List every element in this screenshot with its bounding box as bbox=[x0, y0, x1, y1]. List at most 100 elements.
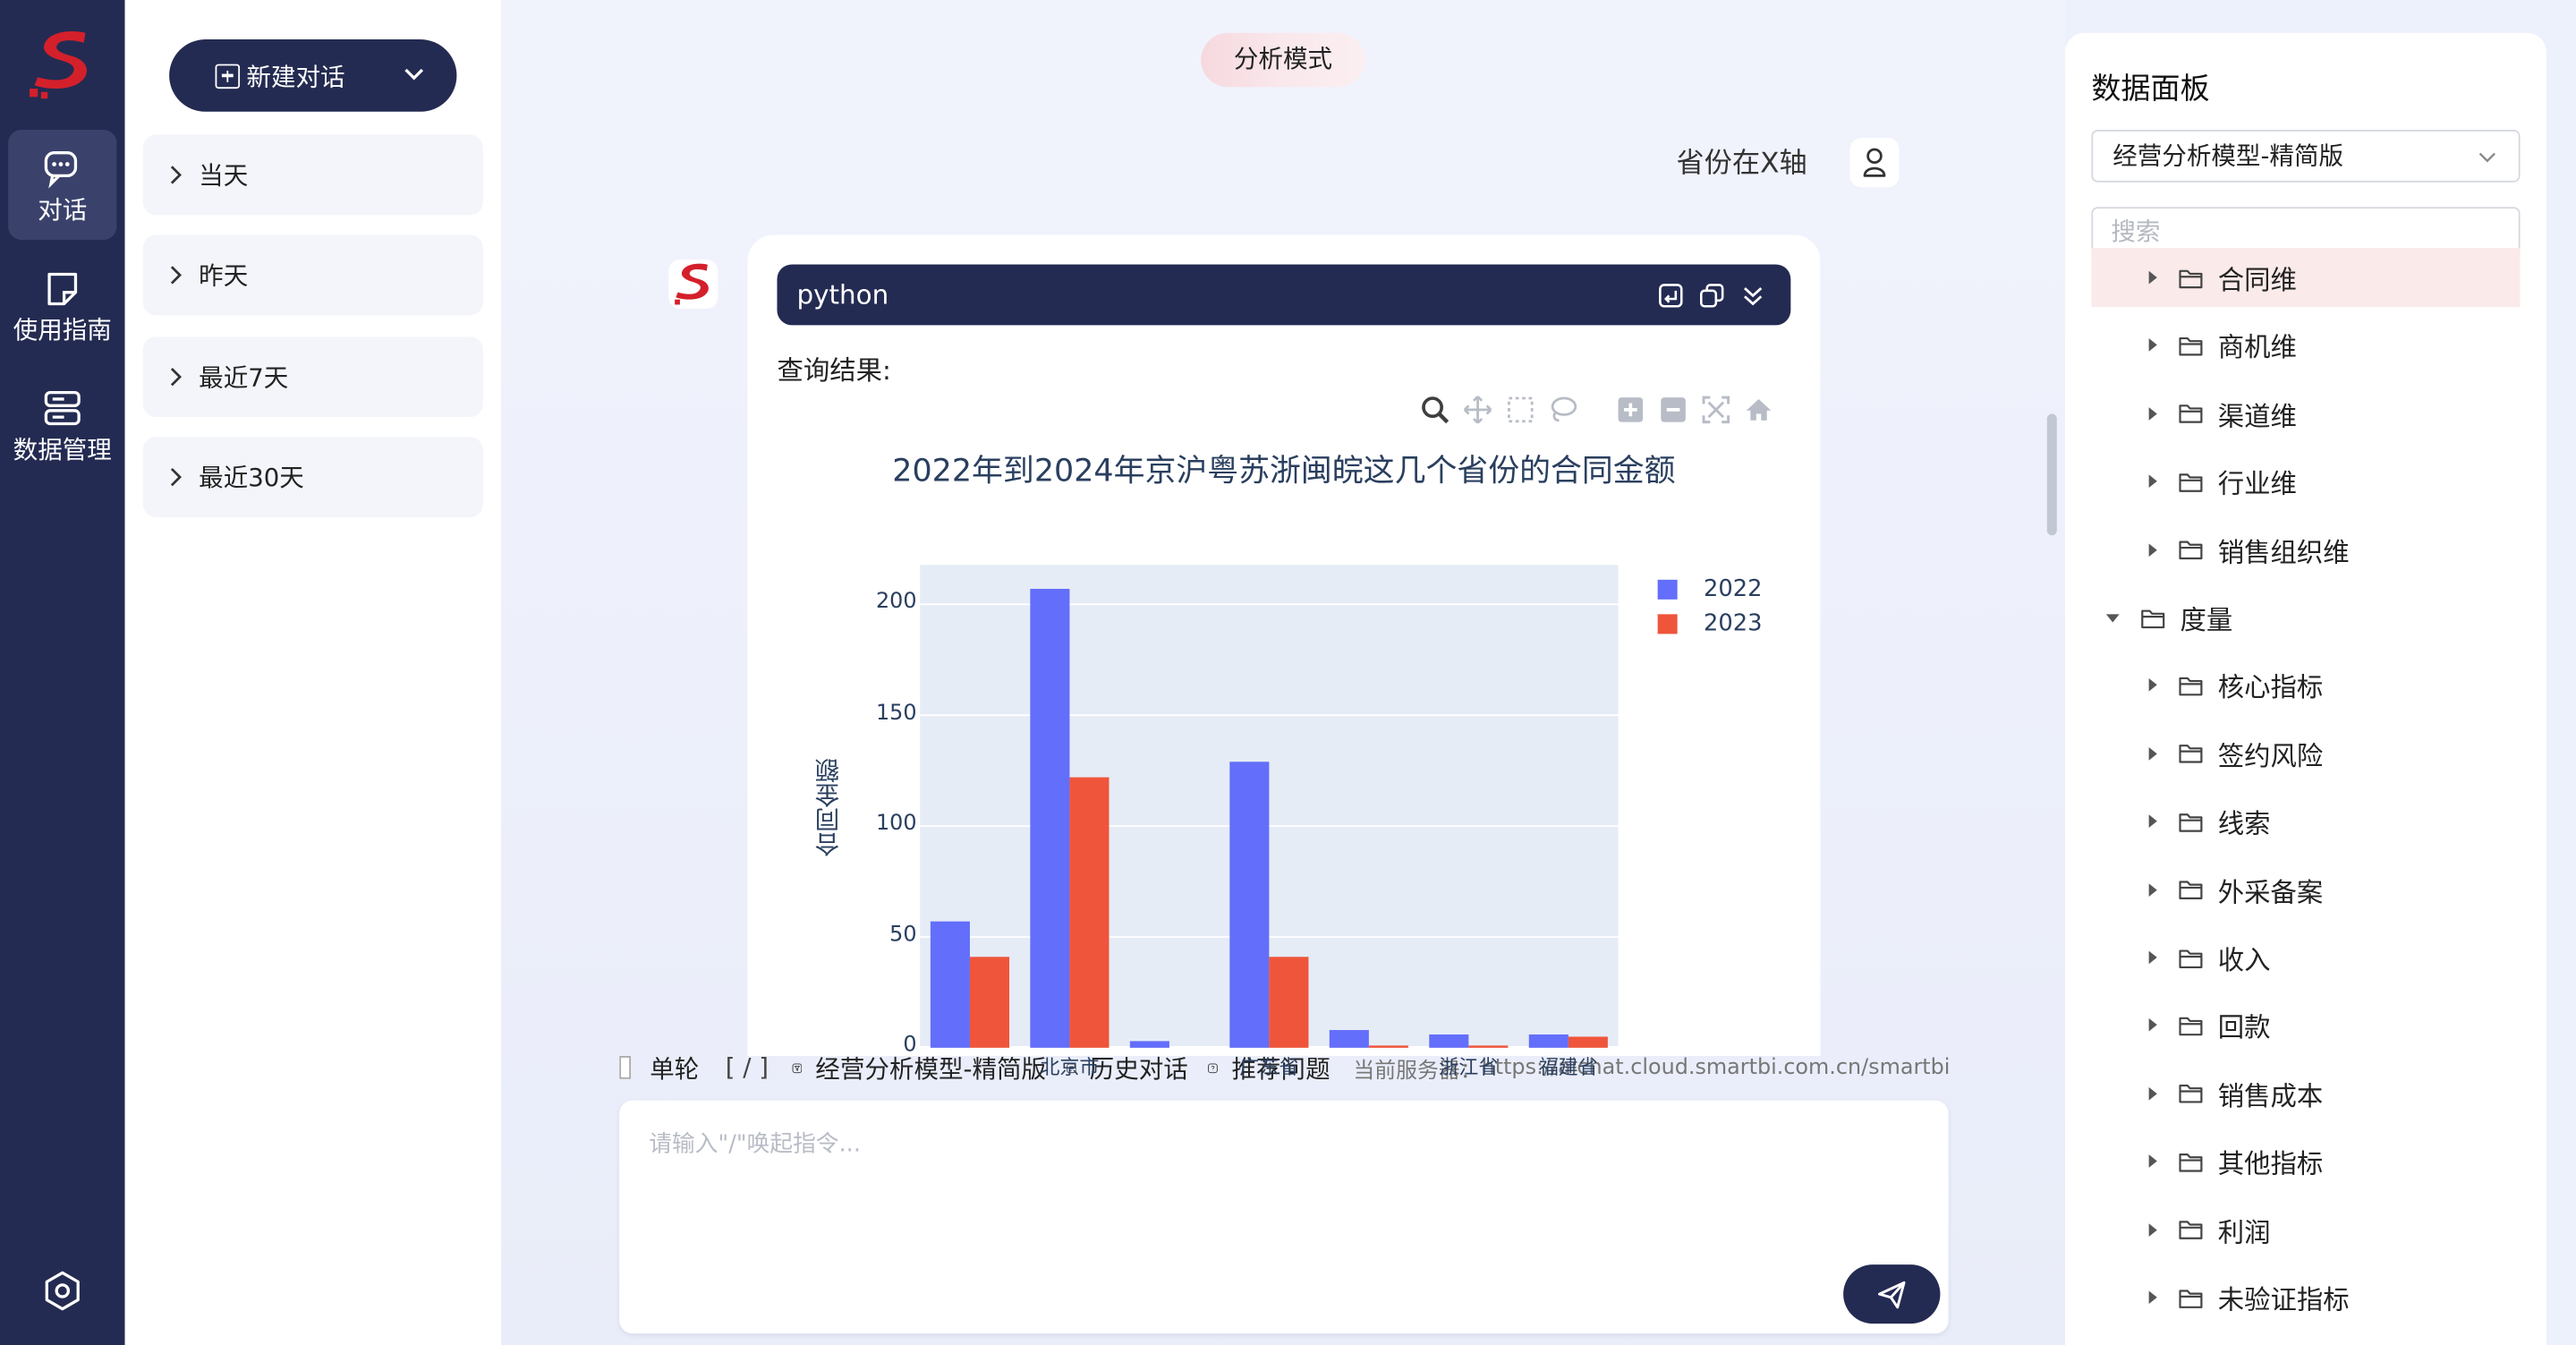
new-chat-label: 新建对话 bbox=[246, 61, 345, 91]
single-turn-label: 单轮 bbox=[650, 1053, 700, 1084]
legend-swatch bbox=[1657, 614, 1678, 634]
bar-2022-1[interactable] bbox=[1030, 589, 1070, 1048]
tree-item-label: 行业维 bbox=[2217, 468, 2297, 500]
insert-icon[interactable] bbox=[1658, 283, 1684, 309]
history-group-label: 昨天 bbox=[199, 260, 249, 291]
model-selector-label[interactable]: 经营分析模型-精简版 bbox=[815, 1051, 1046, 1085]
autoscale-icon[interactable] bbox=[1700, 394, 1731, 425]
tree-item-8[interactable]: 线索 bbox=[2091, 792, 2520, 851]
history-group-today[interactable]: 当天 bbox=[142, 134, 483, 216]
folder-icon bbox=[2179, 881, 2203, 900]
model-select[interactable]: 经营分析模型-精简版 bbox=[2091, 129, 2521, 183]
tree-item-5[interactable]: 度量 bbox=[2091, 588, 2520, 647]
bar-2022-3[interactable] bbox=[1229, 762, 1270, 1048]
bar-2023-1[interactable] bbox=[1069, 777, 1109, 1048]
folder-icon bbox=[2179, 1017, 2203, 1036]
tree-item-7[interactable]: 签约风险 bbox=[2091, 724, 2520, 783]
tree-item-10[interactable]: 收入 bbox=[2091, 928, 2520, 987]
caret-right-icon[interactable] bbox=[2148, 474, 2157, 489]
history-group-last-7-days[interactable]: 最近7天 bbox=[142, 336, 483, 418]
caret-right-icon[interactable] bbox=[2148, 542, 2157, 557]
rail-item-chat[interactable]: 对话 bbox=[8, 129, 117, 240]
tree-item-14[interactable]: 利润 bbox=[2091, 1200, 2520, 1259]
rail-item-guide[interactable]: 使用指南 bbox=[8, 250, 116, 360]
caret-right-icon[interactable] bbox=[2148, 814, 2157, 829]
box-select-icon[interactable] bbox=[1505, 394, 1536, 425]
caret-right-icon[interactable] bbox=[2148, 678, 2157, 693]
reset-axes-icon[interactable] bbox=[1743, 394, 1774, 425]
chevron-right-icon bbox=[170, 368, 183, 387]
caret-right-icon[interactable] bbox=[2148, 406, 2157, 421]
x-tick-label: 北京市 bbox=[1040, 1056, 1100, 1079]
zoom-out-icon[interactable] bbox=[1658, 394, 1689, 425]
rail-item-data[interactable]: 数据管理 bbox=[8, 370, 116, 480]
folder-icon bbox=[2179, 677, 2203, 696]
single-turn-checkbox[interactable] bbox=[619, 1056, 631, 1079]
lasso-select-icon[interactable] bbox=[1548, 394, 1579, 425]
folder-icon bbox=[2179, 949, 2203, 968]
caret-right-icon[interactable] bbox=[2148, 950, 2157, 965]
bar-2022-0[interactable] bbox=[930, 921, 970, 1048]
tree-item-1[interactable]: 商机维 bbox=[2091, 316, 2520, 375]
chat-input[interactable] bbox=[645, 1123, 1901, 1262]
database-icon bbox=[44, 390, 81, 426]
tree-item-4[interactable]: 销售组织维 bbox=[2091, 520, 2520, 579]
bar-2023-0[interactable] bbox=[969, 957, 1010, 1048]
caret-right-icon[interactable] bbox=[2148, 1086, 2157, 1101]
history-group-last-30-days[interactable]: 最近30天 bbox=[142, 437, 483, 518]
user-avatar bbox=[1849, 138, 1900, 188]
chevron-right-icon bbox=[170, 166, 183, 184]
tree-item-label: 核心指标 bbox=[2217, 672, 2324, 704]
zoom-in-icon[interactable] bbox=[1615, 394, 1646, 425]
send-button[interactable] bbox=[1843, 1264, 1941, 1324]
history-group-yesterday[interactable]: 昨天 bbox=[142, 234, 483, 316]
pan-icon[interactable] bbox=[1462, 394, 1493, 425]
plus-square-icon bbox=[215, 63, 241, 89]
settings-icon[interactable] bbox=[41, 1270, 84, 1313]
caret-right-icon[interactable] bbox=[2148, 1290, 2157, 1305]
slash-command-hint[interactable]: [ / ] bbox=[726, 1052, 769, 1082]
tree-item-13[interactable]: 其他指标 bbox=[2091, 1132, 2520, 1191]
tree-item-label: 回款 bbox=[2217, 1012, 2271, 1044]
folder-icon bbox=[2179, 336, 2203, 356]
tree-item-3[interactable]: 行业维 bbox=[2091, 452, 2520, 511]
tree-item-15[interactable]: 未验证指标 bbox=[2091, 1268, 2520, 1327]
caret-right-icon[interactable] bbox=[2148, 882, 2157, 897]
chat-icon bbox=[44, 151, 78, 189]
tree-item-11[interactable]: 回款 bbox=[2091, 996, 2520, 1055]
smartbi-logo bbox=[30, 30, 88, 99]
model-icon bbox=[792, 1062, 802, 1073]
history-group-label: 当天 bbox=[199, 160, 249, 191]
tree-item-label: 收入 bbox=[2217, 944, 2271, 976]
bar-2023-3[interactable] bbox=[1269, 957, 1309, 1048]
code-block-header[interactable]: python bbox=[777, 264, 1791, 326]
tree-item-2[interactable]: 渠道维 bbox=[2091, 384, 2520, 443]
x-tick-label: 浙江省 bbox=[1439, 1056, 1499, 1079]
tree-item-label: 合同维 bbox=[2217, 264, 2297, 296]
new-chat-button[interactable]: 新建对话 bbox=[169, 39, 457, 112]
zoom-icon[interactable] bbox=[1419, 394, 1450, 425]
tree-item-12[interactable]: 销售成本 bbox=[2091, 1064, 2520, 1123]
send-icon bbox=[1878, 1281, 1906, 1309]
caret-right-icon[interactable] bbox=[2148, 746, 2157, 761]
tree-item-label: 未验证指标 bbox=[2217, 1284, 2350, 1315]
caret-down-icon[interactable] bbox=[2105, 613, 2120, 622]
caret-right-icon[interactable] bbox=[2148, 270, 2157, 285]
legend-item-2023[interactable]: 2023 bbox=[1657, 611, 1762, 637]
collapse-icon[interactable] bbox=[1739, 283, 1765, 309]
chevron-down-icon[interactable] bbox=[401, 61, 427, 87]
caret-right-icon[interactable] bbox=[2148, 1154, 2157, 1169]
tree-item-9[interactable]: 外采备案 bbox=[2091, 860, 2520, 919]
chat-scrollbar[interactable] bbox=[2046, 413, 2057, 536]
caret-right-icon[interactable] bbox=[2148, 1222, 2157, 1237]
tree-item-6[interactable]: 核心指标 bbox=[2091, 656, 2520, 715]
legend-item-2022[interactable]: 2022 bbox=[1657, 576, 1762, 603]
chevron-right-icon bbox=[170, 266, 183, 285]
tree-item-0[interactable]: 合同维 bbox=[2091, 248, 2521, 308]
caret-right-icon[interactable] bbox=[2148, 338, 2157, 353]
bar-2022-4[interactable] bbox=[1329, 1030, 1369, 1048]
analysis-mode-pill[interactable]: 分析模式 bbox=[1201, 32, 1365, 88]
user-icon bbox=[1863, 148, 1886, 177]
caret-right-icon[interactable] bbox=[2148, 1018, 2157, 1033]
copy-icon[interactable] bbox=[1699, 283, 1725, 309]
